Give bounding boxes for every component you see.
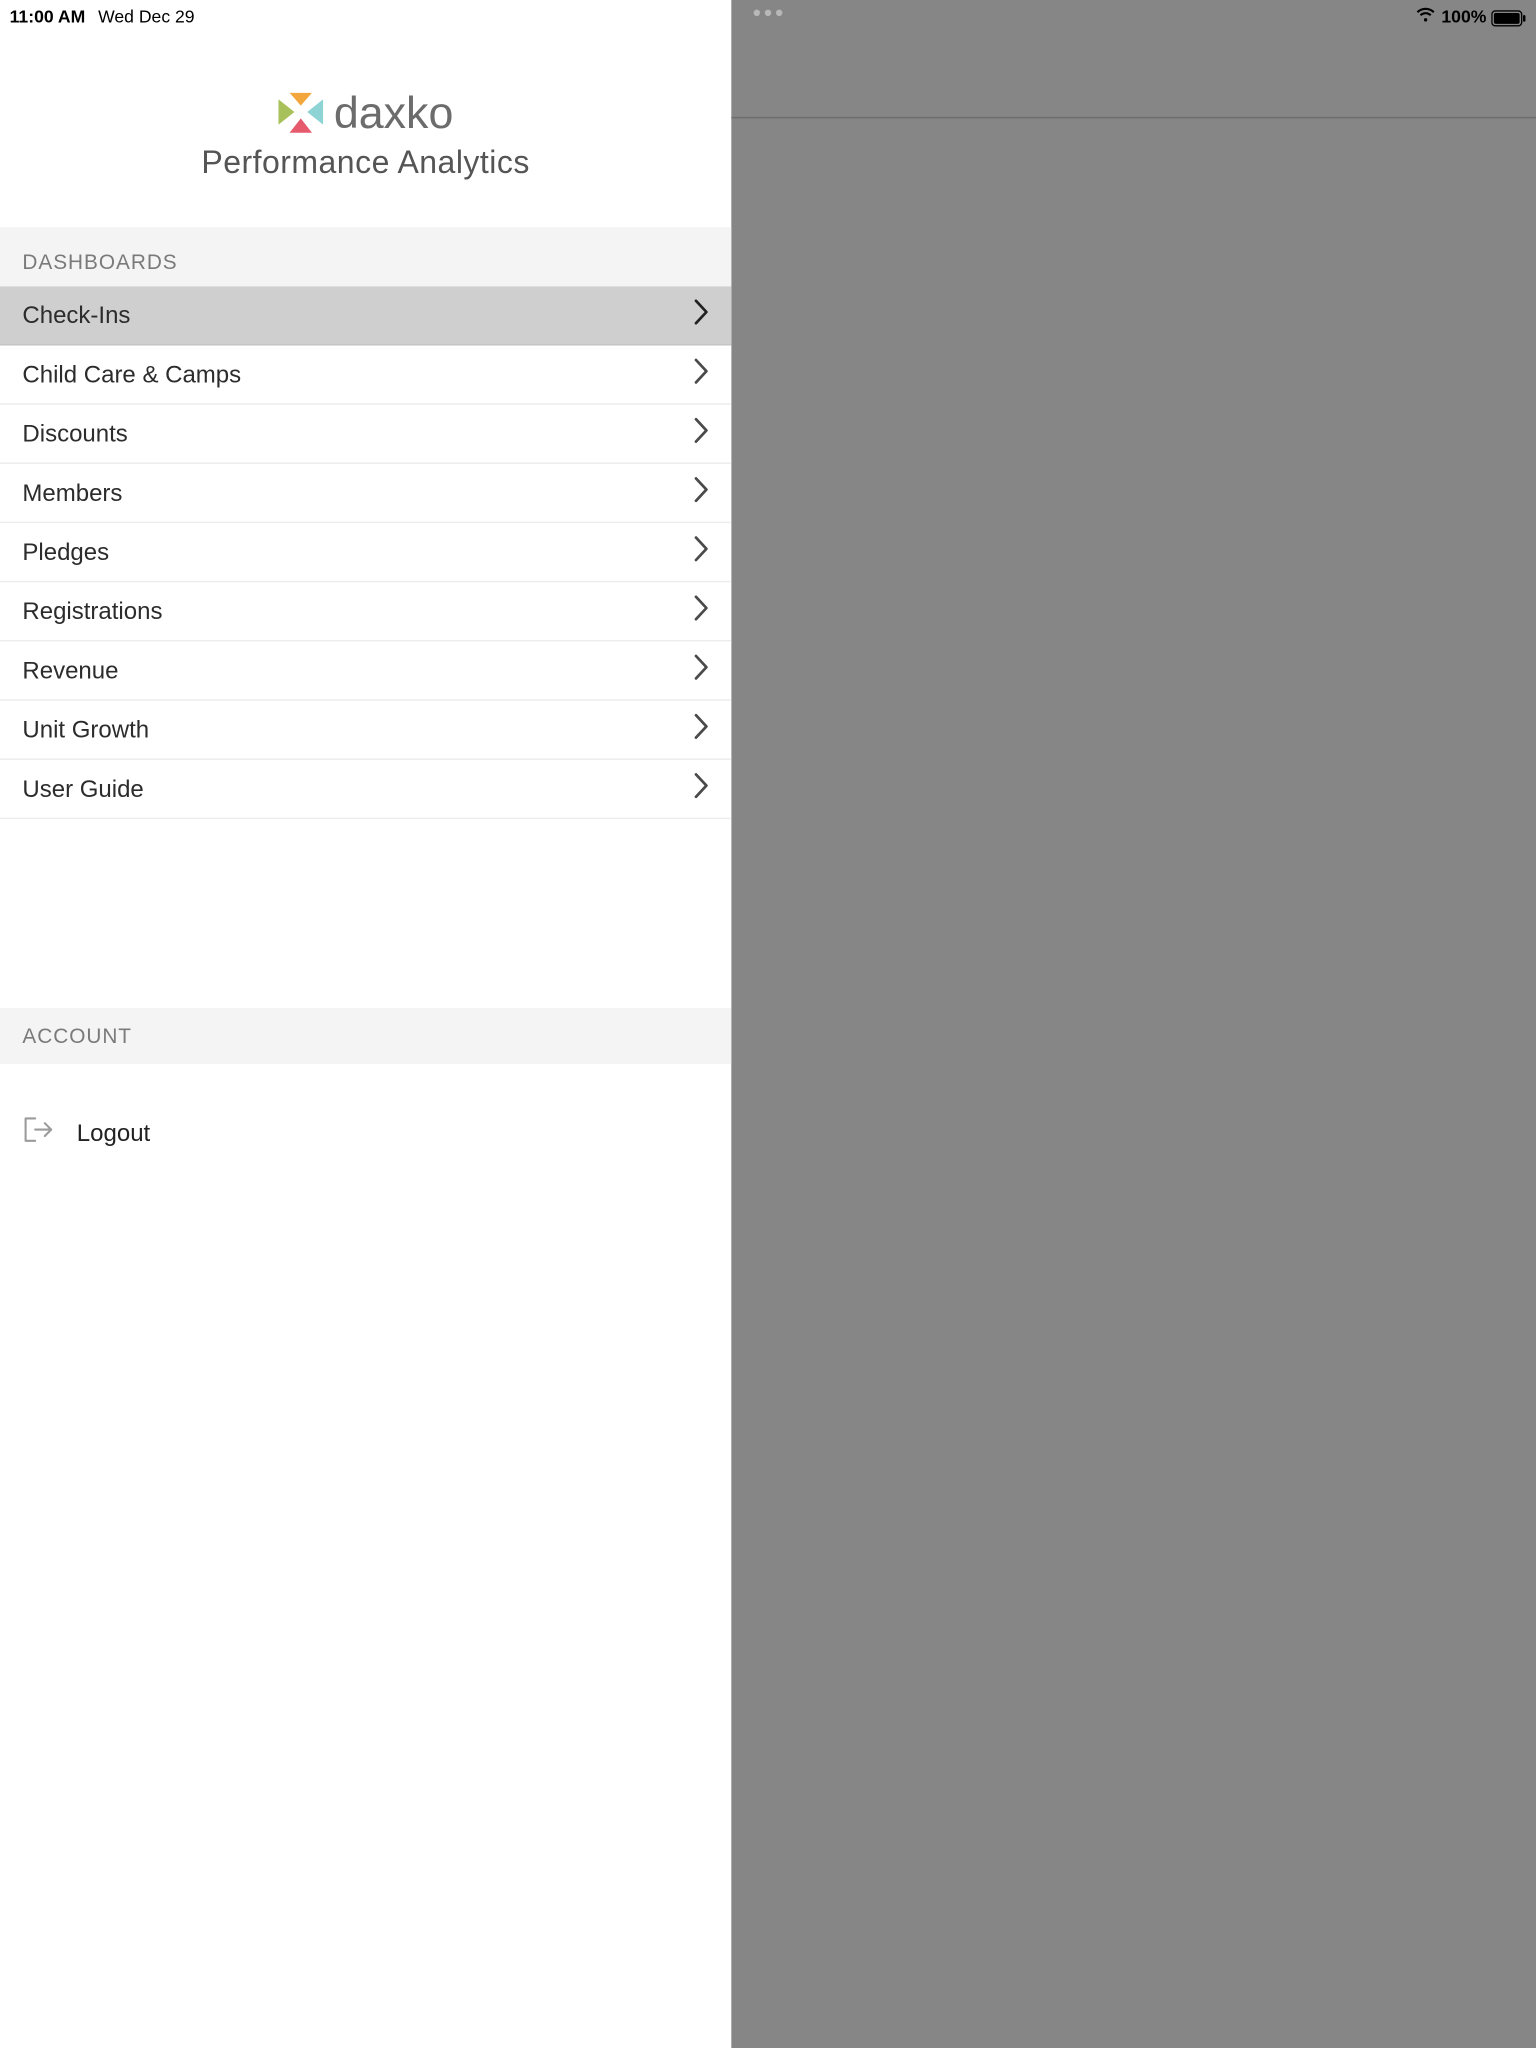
list-item-label: Pledges [22, 538, 109, 565]
logout-label: Logout [77, 1120, 150, 1147]
brand-header: daxko Performance Analytics [0, 88, 731, 227]
brand-subtitle: Performance Analytics [0, 146, 731, 183]
wifi-icon [1414, 6, 1436, 28]
overlay-divider [731, 117, 1536, 119]
dimmed-background-overlay[interactable] [731, 0, 1536, 2048]
chevron-right-icon [694, 773, 708, 805]
chevron-right-icon [694, 477, 708, 509]
logout-button[interactable]: Logout [0, 1064, 731, 1203]
battery-icon [1491, 9, 1526, 27]
account-section-header: ACCOUNT [0, 1008, 731, 1064]
logout-icon [22, 1115, 54, 1152]
dashboard-item-revenue[interactable]: Revenue [0, 642, 731, 701]
chevron-right-icon [694, 299, 708, 331]
daxko-logo-icon [278, 93, 323, 135]
list-item-label: Unit Growth [22, 716, 149, 743]
battery-percentage: 100% [1441, 8, 1486, 27]
chevron-right-icon [694, 714, 708, 746]
list-item-label: User Guide [22, 775, 143, 802]
dashboard-item-discounts[interactable]: Discounts [0, 405, 731, 464]
chevron-right-icon [694, 536, 708, 568]
status-date: Wed Dec 29 [98, 8, 195, 27]
chevron-right-icon [694, 358, 708, 390]
dashboard-item-pledges[interactable]: Pledges [0, 523, 731, 582]
chevron-right-icon [694, 418, 708, 450]
dashboard-item-check-ins[interactable]: Check-Ins [0, 286, 731, 345]
dashboard-item-registrations[interactable]: Registrations [0, 582, 731, 641]
brand-name: daxko [334, 88, 454, 139]
chevron-right-icon [694, 654, 708, 686]
sidebar-panel: daxko Performance Analytics DASHBOARDS C… [0, 0, 731, 2048]
multitasking-indicator[interactable] [754, 10, 783, 16]
list-item-label: Registrations [22, 598, 162, 625]
list-item-label: Discounts [22, 420, 127, 447]
chevron-right-icon [694, 595, 708, 627]
list-item-label: Revenue [22, 657, 118, 684]
status-time: 11:00 AM [10, 8, 86, 27]
list-item-label: Members [22, 479, 122, 506]
dashboard-item-child-care-camps[interactable]: Child Care & Camps [0, 346, 731, 405]
dashboard-item-unit-growth[interactable]: Unit Growth [0, 701, 731, 760]
list-item-label: Child Care & Camps [22, 361, 241, 388]
dashboard-item-user-guide[interactable]: User Guide [0, 760, 731, 819]
status-bar: 11:00 AM Wed Dec 29 100% [0, 0, 1536, 32]
dashboards-section-header: DASHBOARDS [0, 227, 731, 286]
list-item-label: Check-Ins [22, 302, 130, 329]
dashboard-item-members[interactable]: Members [0, 464, 731, 523]
